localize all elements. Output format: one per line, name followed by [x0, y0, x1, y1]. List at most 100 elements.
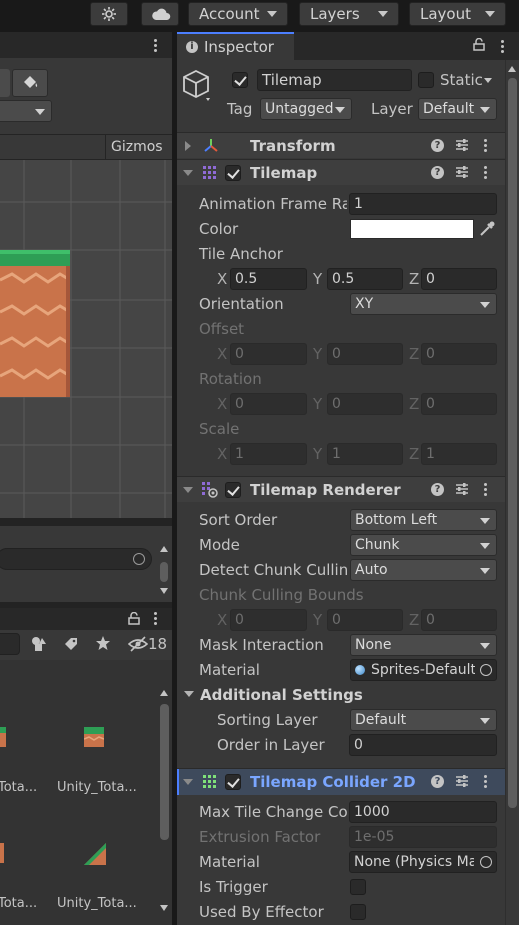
scene-view[interactable]: [0, 160, 172, 518]
lock-icon[interactable]: [473, 38, 485, 51]
anchor-z-label[interactable]: Z: [409, 270, 419, 288]
presets-icon[interactable]: [455, 482, 469, 496]
tilemap-enabled-checkbox[interactable]: [225, 165, 241, 181]
scroll-up-arrow[interactable]: [160, 690, 168, 696]
target-icon[interactable]: [133, 553, 145, 565]
sort-order-dropdown[interactable]: Bottom Left: [350, 509, 497, 531]
is-trigger-checkbox[interactable]: [350, 879, 366, 895]
more-options-icon[interactable]: [484, 775, 487, 790]
star-icon[interactable]: [95, 635, 111, 651]
asset-name[interactable]: Tota...: [0, 780, 37, 795]
orientation-dropdown[interactable]: XY: [350, 293, 497, 315]
anchor-x-label[interactable]: X: [217, 270, 227, 288]
foldout-expanded-icon[interactable]: [184, 691, 194, 697]
gizmos-button[interactable]: Gizmos: [111, 139, 163, 155]
collider-material-field[interactable]: None (Physics Material 2D): [349, 851, 497, 873]
scrollbar-thumb[interactable]: [160, 562, 168, 582]
eyedropper-icon[interactable]: [478, 220, 496, 238]
hierarchy-search-field[interactable]: [0, 548, 152, 570]
cloud-button[interactable]: [141, 2, 179, 26]
tilemap-renderer-header[interactable]: Tilemap Renderer ?: [177, 476, 505, 502]
asset-name[interactable]: Unity_Tota...: [57, 896, 137, 911]
anchor-x-field[interactable]: 0.5: [230, 268, 307, 290]
tile-asset-icon[interactable]: [0, 843, 4, 863]
object-picker-icon[interactable]: [480, 856, 492, 868]
account-dropdown[interactable]: Account: [188, 2, 288, 26]
tilemap-collider-header[interactable]: Tilemap Collider 2D ?: [177, 768, 505, 795]
scroll-down-arrow[interactable]: [160, 588, 168, 594]
mask-interaction-dropdown[interactable]: None: [350, 634, 497, 656]
anchor-y-label[interactable]: Y: [313, 270, 322, 288]
asset-name[interactable]: Unity_Tota...: [57, 780, 137, 795]
tab-inspector[interactable]: i Inspector: [177, 32, 294, 60]
max-tile-change-field[interactable]: 1000: [349, 801, 497, 823]
rotation-label: Rotation: [199, 370, 262, 388]
tool-button[interactable]: [0, 69, 10, 97]
scroll-down-arrow[interactable]: [160, 905, 168, 911]
additional-settings-label[interactable]: Additional Settings: [200, 686, 363, 704]
layer-dropdown[interactable]: Default: [418, 98, 497, 120]
foldout-expanded-icon[interactable]: [183, 170, 193, 176]
paint-bucket-button[interactable]: [12, 69, 48, 97]
color-swatch[interactable]: [350, 219, 474, 239]
tile-asset-icon[interactable]: [84, 843, 106, 865]
foldout-expanded-icon[interactable]: [183, 487, 193, 493]
color-label: Color: [199, 220, 239, 238]
scene-dropdown[interactable]: [0, 100, 52, 122]
help-icon[interactable]: ?: [431, 139, 444, 152]
renderer-enabled-checkbox[interactable]: [225, 482, 241, 498]
more-options-icon[interactable]: [484, 139, 487, 154]
more-options-icon[interactable]: [484, 483, 487, 498]
chevron-down-icon: [485, 11, 495, 17]
hidden-eye-icon[interactable]: [128, 636, 148, 652]
help-icon[interactable]: ?: [431, 483, 444, 496]
more-options-icon[interactable]: [484, 166, 487, 181]
anchor-z-field[interactable]: 0: [421, 268, 497, 290]
order-in-layer-field[interactable]: 0: [349, 734, 497, 756]
gameobject-cube-icon[interactable]: [182, 69, 212, 103]
anchor-y-field[interactable]: 0.5: [327, 268, 403, 290]
sorting-layer-dropdown[interactable]: Default: [350, 709, 497, 731]
project-search-field[interactable]: [0, 633, 20, 655]
layers-dropdown[interactable]: Layers: [299, 2, 399, 26]
transform-header[interactable]: Transform ?: [177, 132, 505, 158]
foldout-collapsed-icon[interactable]: [185, 141, 191, 151]
inspector-scrollbar-track[interactable]: [505, 60, 519, 925]
object-picker-icon[interactable]: [480, 664, 492, 676]
tilemap-header[interactable]: Tilemap ?: [177, 159, 505, 185]
active-checkbox[interactable]: [232, 72, 248, 88]
used-by-effector-checkbox[interactable]: [350, 904, 366, 920]
more-options-icon[interactable]: [154, 612, 157, 627]
presets-icon[interactable]: [455, 774, 469, 788]
help-icon[interactable]: ?: [431, 775, 444, 788]
tag-icon[interactable]: [63, 636, 79, 652]
material-object-field[interactable]: Sprites-Default: [350, 659, 497, 681]
collider-enabled-checkbox[interactable]: [225, 774, 241, 790]
mode-dropdown[interactable]: Chunk: [350, 534, 497, 556]
scroll-up-arrow[interactable]: [160, 546, 168, 552]
animation-frame-rate-field[interactable]: 1: [349, 193, 497, 215]
layout-dropdown[interactable]: Layout: [409, 2, 506, 26]
object-name-field[interactable]: Tilemap: [257, 69, 412, 91]
presets-icon[interactable]: [455, 138, 469, 152]
help-icon[interactable]: ?: [431, 166, 444, 179]
lock-icon[interactable]: [128, 612, 140, 625]
tag-dropdown[interactable]: Untagged: [260, 98, 352, 120]
scene-tab-bar: [0, 32, 172, 58]
services-button[interactable]: [90, 2, 128, 26]
scrollbar-thumb[interactable]: [160, 704, 169, 840]
detect-chunk-culling-dropdown[interactable]: Auto: [350, 559, 497, 581]
chevron-down-icon[interactable]: [484, 78, 492, 83]
static-label[interactable]: Static: [440, 71, 483, 89]
foldout-expanded-icon[interactable]: [183, 779, 193, 785]
tile-asset-icon[interactable]: [84, 727, 104, 747]
filter-by-type-icon[interactable]: [30, 635, 48, 653]
static-checkbox[interactable]: [418, 72, 434, 88]
scroll-up-arrow[interactable]: [508, 66, 516, 72]
scrollbar-thumb[interactable]: [508, 78, 517, 808]
tile-asset-icon[interactable]: [0, 727, 6, 747]
asset-name[interactable]: Tota...: [0, 896, 37, 911]
more-options-icon[interactable]: [501, 40, 504, 55]
presets-icon[interactable]: [455, 165, 469, 179]
more-options-icon[interactable]: [154, 39, 157, 54]
